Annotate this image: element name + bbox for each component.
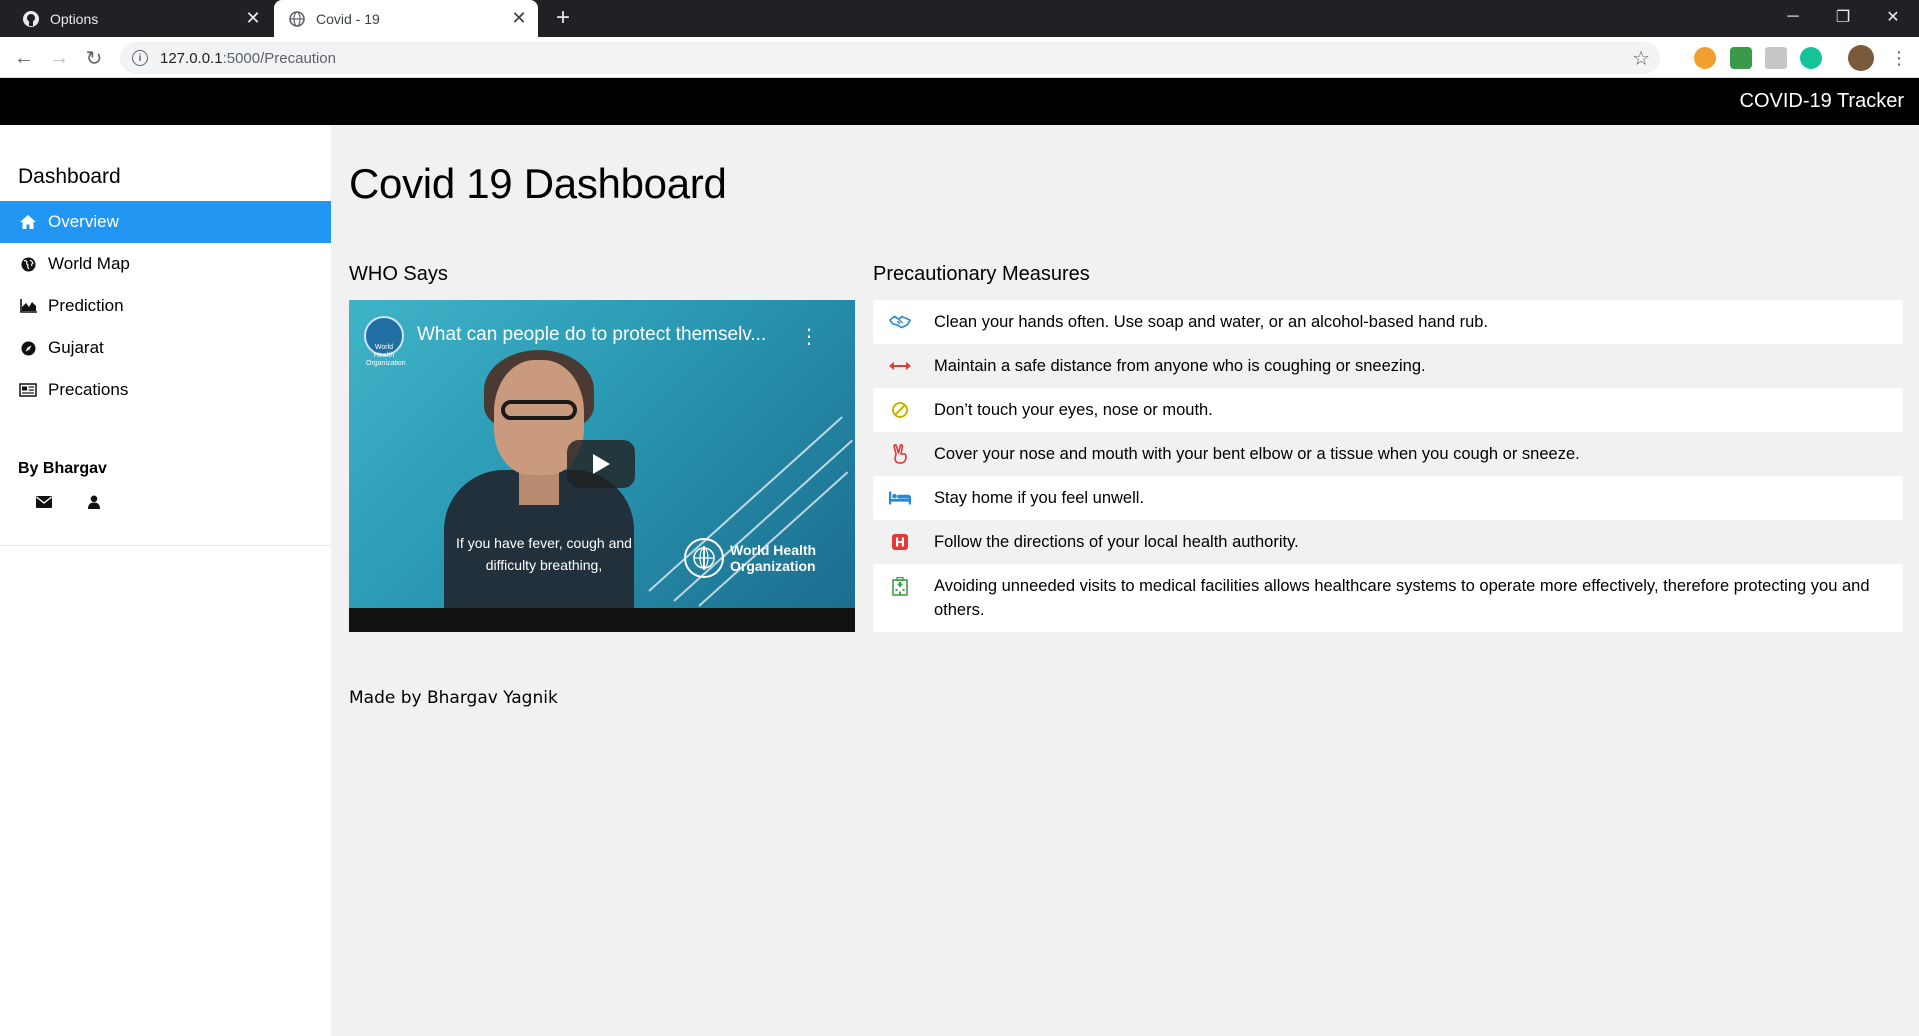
profile-avatar[interactable] [1848, 45, 1874, 71]
newspaper-icon [19, 381, 37, 399]
bookmark-star-icon[interactable]: ☆ [1632, 46, 1650, 71]
video-menu-icon[interactable]: ⋮ [799, 324, 819, 349]
sidebar-item-label: Overview [48, 212, 119, 231]
arrows-horizontal-icon [889, 354, 911, 378]
measure-text: Clean your hands often. Use soap and wat… [934, 313, 1489, 331]
who-logo-text: World Health Organization [730, 542, 816, 574]
author-label: By Bhargav [18, 460, 107, 477]
globe-icon [19, 255, 37, 273]
speaker-glasses [501, 400, 577, 420]
sidebar-divider [0, 545, 331, 546]
tab-title: Options [50, 10, 99, 27]
peace-hand-icon [889, 442, 911, 466]
video-bottom-bar [349, 608, 855, 632]
measure-text: Cover your nose and mouth with your bent… [934, 445, 1580, 463]
browser-toolbar: ← → ↻ i 127.0.0.1:5000/Precaution ☆ [0, 37, 1919, 78]
sidebar: Dashboard Overview World Map Prediction … [0, 125, 331, 1036]
sidebar-item-world-map[interactable]: World Map [0, 243, 331, 285]
close-window-button[interactable]: ✕ [1870, 0, 1916, 34]
tab-covid[interactable]: Covid - 19 ✕ [274, 0, 538, 37]
who-channel-avatar[interactable]: World Health Organization [364, 316, 406, 367]
play-icon [593, 454, 610, 474]
ban-icon [889, 398, 911, 422]
bed-icon [889, 486, 911, 510]
who-video-player[interactable]: World Health Organization What can peopl… [349, 300, 855, 632]
minimize-button[interactable]: ─ [1770, 0, 1816, 34]
site-info-icon[interactable]: i [132, 50, 148, 66]
github-icon [22, 10, 40, 28]
tab-title: Covid - 19 [316, 10, 380, 27]
browser-tabstrip: Options ✕ Covid - 19 ✕ + ─ ❐ ✕ [0, 0, 1919, 37]
url-host: 127.0.0.1 [160, 49, 223, 67]
close-tab-icon[interactable]: ✕ [508, 8, 530, 30]
who-logo-line2: Organization [730, 558, 816, 574]
home-icon [19, 213, 37, 231]
sidebar-item-label: Prediction [48, 296, 124, 315]
measure-text: Don’t touch your eyes, nose or mouth. [934, 401, 1213, 419]
restore-button[interactable]: ❐ [1820, 0, 1866, 34]
url-path: :5000/Precaution [222, 49, 336, 67]
measures-section-title: Precautionary Measures [873, 263, 1090, 285]
sidebar-item-gujarat[interactable]: Gujarat [0, 327, 331, 369]
user-icon[interactable] [84, 492, 104, 512]
footer-credit: Made by Bhargav Yagnik [349, 688, 558, 708]
measure-text: Maintain a safe distance from anyone who… [934, 357, 1426, 375]
list-item: Follow the directions of your local heal… [873, 520, 1903, 564]
handshake-icon [889, 310, 911, 334]
measure-text: Follow the directions of your local heal… [934, 533, 1299, 551]
hospital-building-icon [889, 574, 911, 598]
top-navbar: COVID-19 Tracker [0, 78, 1919, 125]
play-button[interactable] [567, 440, 635, 488]
area-chart-icon [19, 297, 37, 315]
sidebar-item-label: Gujarat [48, 338, 104, 357]
precaution-list: Clean your hands often. Use soap and wat… [873, 300, 1903, 632]
compass-icon [19, 339, 37, 357]
grammarly-extension-icon[interactable] [1800, 47, 1822, 69]
page-title: Covid 19 Dashboard [349, 160, 727, 207]
measure-text: Avoiding unneeded visits to medical faci… [934, 577, 1870, 619]
list-item: Clean your hands often. Use soap and wat… [873, 300, 1903, 344]
address-bar[interactable]: i 127.0.0.1:5000/Precaution ☆ [120, 42, 1660, 74]
shield-extension-icon[interactable] [1730, 47, 1752, 69]
sidebar-item-label: Precations [48, 380, 129, 399]
hospital-h-icon [889, 530, 911, 554]
globe-icon [288, 10, 306, 28]
list-item: Avoiding unneeded visits to medical faci… [873, 564, 1903, 632]
who-logo: World Health Organization [684, 538, 844, 578]
back-button[interactable]: ← [10, 44, 38, 72]
reload-button[interactable]: ↻ [80, 44, 108, 72]
list-item: Stay home if you feel unwell. [873, 476, 1903, 520]
sidebar-item-precations[interactable]: Precations [0, 369, 331, 411]
browser-menu-icon[interactable]: ⋮ [1890, 47, 1908, 69]
new-tab-button[interactable]: + [550, 6, 576, 32]
list-item: Cover your nose and mouth with your bent… [873, 432, 1903, 476]
sidebar-heading: Dashboard [18, 165, 121, 188]
video-caption: If you have fever, cough and difficulty … [456, 535, 632, 573]
url-text: 127.0.0.1:5000/Precaution [160, 50, 336, 67]
brand-title[interactable]: COVID-19 Tracker [1740, 90, 1904, 113]
list-item: Don’t touch your eyes, nose or mouth. [873, 388, 1903, 432]
sidebar-item-overview[interactable]: Overview [0, 201, 331, 243]
close-tab-icon[interactable]: ✕ [242, 8, 264, 30]
sidebar-item-label: World Map [48, 254, 130, 273]
cookie-extension-icon[interactable] [1694, 47, 1716, 69]
forward-button[interactable]: → [45, 44, 73, 72]
who-globe-icon [684, 538, 724, 578]
envelope-icon[interactable] [34, 492, 54, 512]
who-section-title: WHO Says [349, 263, 448, 285]
who-logo-line1: World Health [730, 542, 817, 558]
measure-text: Stay home if you feel unwell. [934, 489, 1145, 507]
image-extension-icon[interactable] [1765, 47, 1787, 69]
tab-options[interactable]: Options ✕ [8, 0, 272, 37]
video-title[interactable]: What can people do to protect themselv..… [417, 324, 766, 346]
list-item: Maintain a safe distance from anyone who… [873, 344, 1903, 388]
sidebar-item-prediction[interactable]: Prediction [0, 285, 331, 327]
